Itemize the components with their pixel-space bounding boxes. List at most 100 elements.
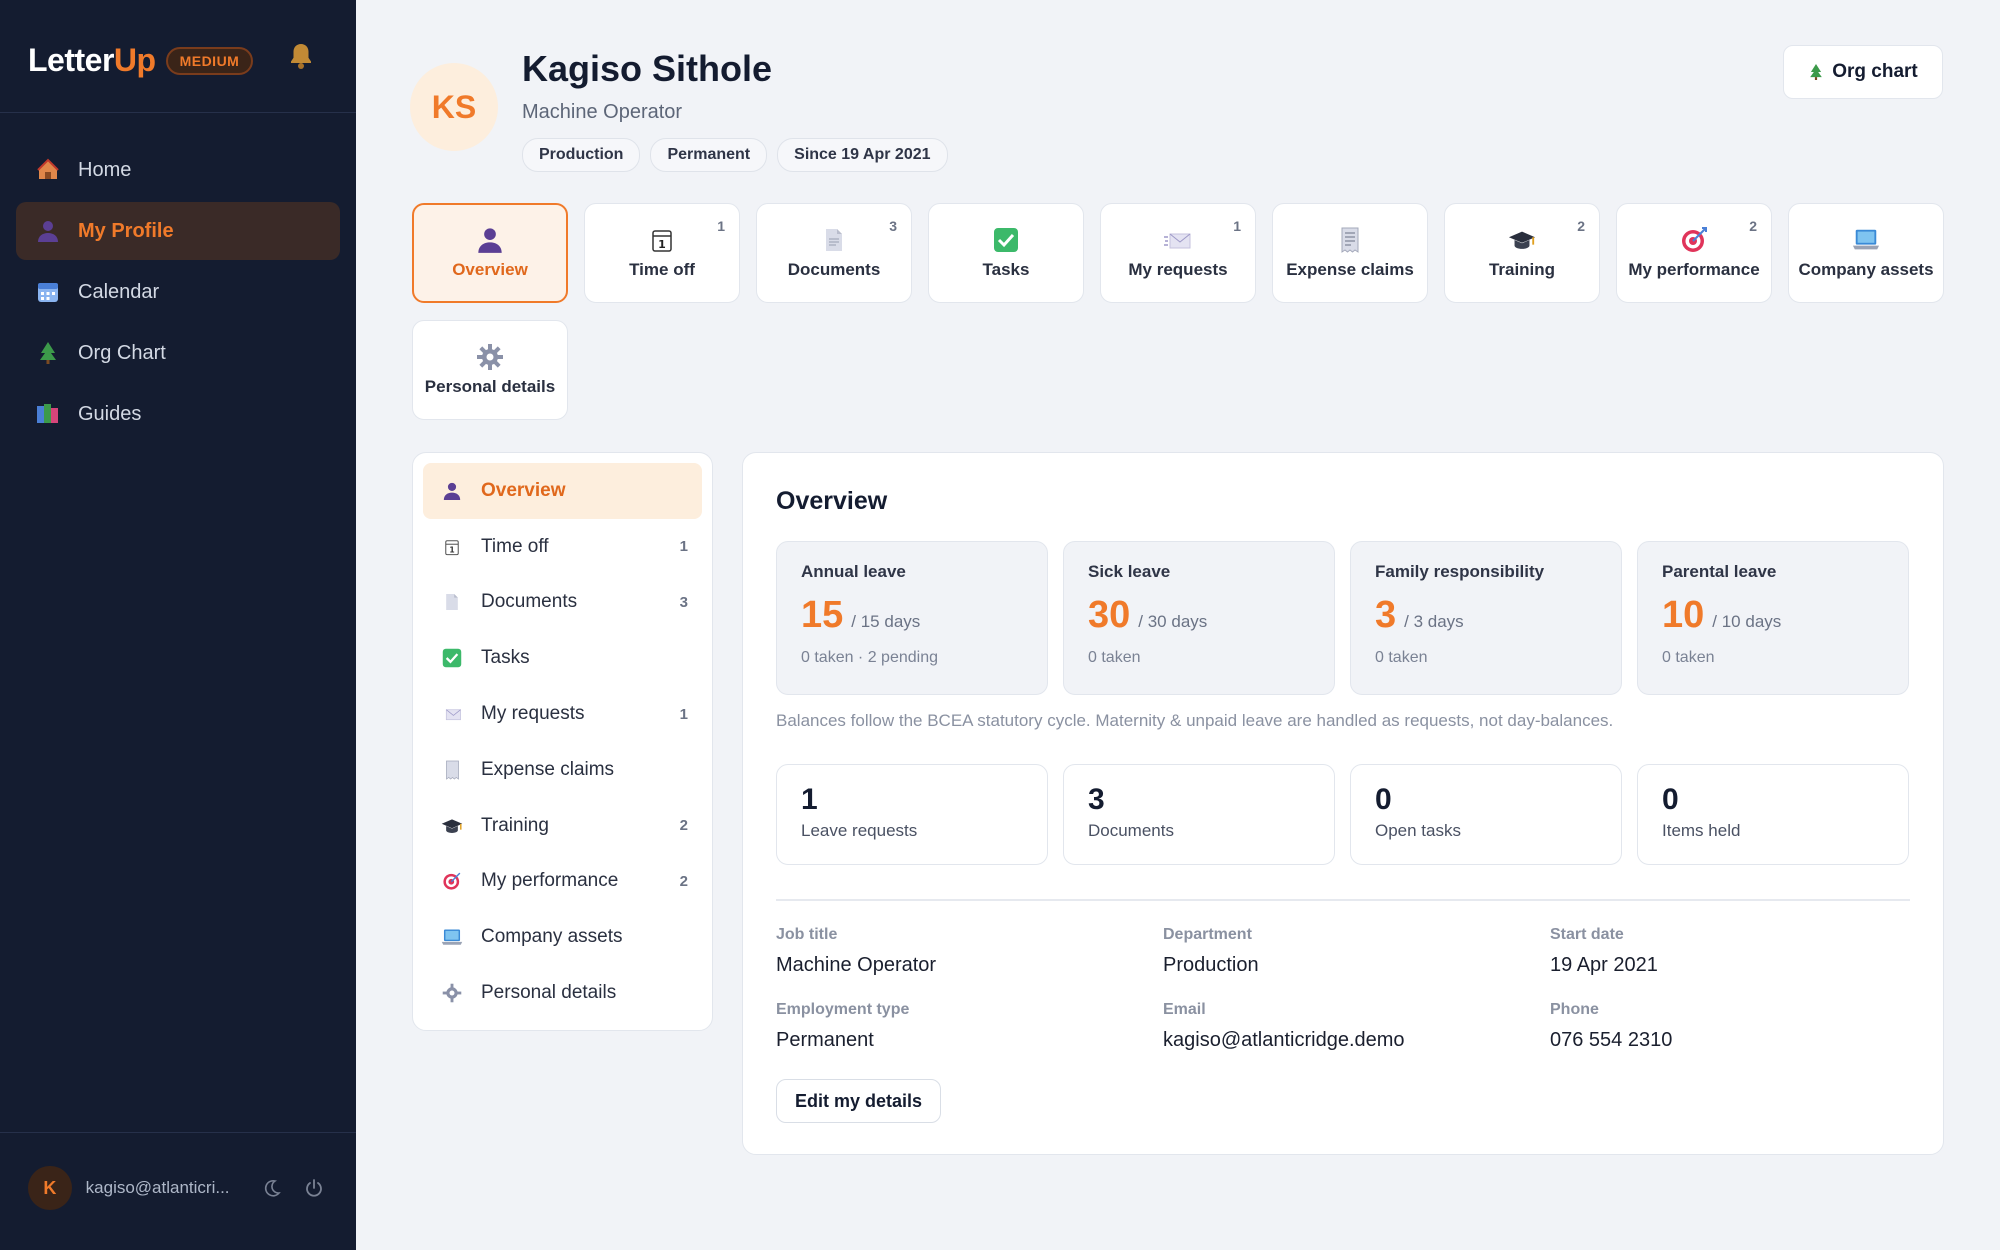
- calendar-icon: [36, 280, 60, 304]
- tab-count: 2: [1577, 218, 1585, 234]
- graduation-cap-icon: [441, 815, 463, 837]
- gear-icon: [476, 343, 504, 371]
- logo[interactable]: LetterUp: [28, 42, 156, 79]
- tab-my-requests[interactable]: 1 My requests: [1100, 203, 1256, 303]
- nav-item-org-chart[interactable]: Org Chart: [16, 324, 340, 382]
- stat-value: 0: [1375, 783, 1392, 816]
- section-item-count: 3: [679, 593, 688, 611]
- bell-icon[interactable]: [288, 42, 316, 72]
- main-nav: Home My Profile Calendar Org Chart Guide…: [16, 141, 340, 446]
- leave-balance: 10: [1662, 594, 1705, 636]
- section-item-tasks[interactable]: Tasks: [423, 630, 702, 686]
- gear-icon: [441, 982, 463, 1004]
- detail-email: Email kagiso@atlanticridge.demo: [1163, 1001, 1405, 1052]
- leave-total: / 10 days: [1712, 612, 1782, 631]
- leave-usage: 0 taken · 2 pending: [801, 649, 938, 666]
- books-icon: [36, 402, 60, 426]
- section-item-expense-claims[interactable]: Expense claims: [423, 742, 702, 798]
- section-item-my-performance[interactable]: My performance 2: [423, 854, 702, 910]
- overview-panel: Overview Annual leave 15 / 15 days 0 take…: [742, 452, 1944, 1155]
- moon-icon[interactable]: [258, 1174, 286, 1202]
- user-avatar[interactable]: K: [28, 1166, 72, 1210]
- leave-card-annual: Annual leave 15 / 15 days 0 taken · 2 pen…: [776, 541, 1048, 695]
- profile-role: Machine Operator: [522, 101, 683, 123]
- leave-card-sick: Sick leave 30 / 30 days 0 taken: [1063, 541, 1335, 695]
- sidebar-divider-bottom: [0, 1132, 356, 1133]
- tab-company-assets[interactable]: Company assets: [1788, 203, 1944, 303]
- edit-details-button[interactable]: Edit my details: [776, 1079, 942, 1123]
- nav-item-calendar[interactable]: Calendar: [16, 263, 340, 321]
- nav-label-calendar: Calendar: [78, 280, 160, 303]
- section-item-overview[interactable]: Overview: [423, 463, 702, 519]
- profile-name: Kagiso Sithole: [522, 48, 773, 89]
- tab-time-off[interactable]: 1 1 Time off: [584, 203, 740, 303]
- envelope-icon: [441, 703, 463, 725]
- nav-item-guides[interactable]: Guides: [16, 385, 340, 443]
- chip-department: Production: [522, 138, 641, 172]
- section-item-label: Overview: [481, 479, 566, 501]
- tab-training[interactable]: 2 Training: [1444, 203, 1600, 303]
- leave-total: / 15 days: [851, 612, 921, 631]
- tab-label: My performance: [1628, 260, 1760, 279]
- person-icon: [441, 480, 463, 502]
- section-item-label: Training: [481, 814, 549, 836]
- person-icon: [476, 226, 504, 254]
- section-item-training[interactable]: Training 2: [423, 798, 702, 854]
- nav-item-my-profile[interactable]: My Profile: [16, 202, 340, 260]
- detail-value: 076 554 2310: [1550, 1029, 1673, 1051]
- tab-label: Time off: [629, 260, 695, 279]
- section-item-my-requests[interactable]: My requests 1: [423, 686, 702, 742]
- detail-value: kagiso@atlanticridge.demo: [1163, 1029, 1405, 1051]
- tab-expense-claims[interactable]: Expense claims: [1272, 203, 1428, 303]
- tree-icon: [36, 341, 60, 365]
- checkbox-icon: [441, 647, 463, 669]
- section-item-company-assets[interactable]: Company assets: [423, 909, 702, 965]
- detail-start-date: Start date 19 Apr 2021: [1550, 926, 1658, 977]
- section-item-time-off[interactable]: 1 Time off 1: [423, 519, 702, 575]
- profile-chips: Production Permanent Since 19 Apr 2021: [522, 138, 948, 172]
- person-icon: [36, 219, 60, 243]
- leave-name: Annual leave: [801, 562, 906, 581]
- section-item-label: Time off: [481, 535, 549, 557]
- stat-value: 3: [1088, 783, 1105, 816]
- stat-card-documents[interactable]: 3 Documents: [1063, 764, 1335, 865]
- chip-start-date: Since 19 Apr 2021: [777, 138, 948, 172]
- detail-label: Start date: [1550, 926, 1624, 943]
- chip-employment-type: Permanent: [650, 138, 768, 172]
- tab-label: Overview: [452, 260, 528, 279]
- section-item-count: 2: [679, 872, 688, 890]
- tab-documents[interactable]: 3 Documents: [756, 203, 912, 303]
- tab-label: Expense claims: [1286, 260, 1414, 279]
- leave-usage: 0 taken: [1088, 649, 1141, 666]
- stat-card-open-tasks[interactable]: 0 Open tasks: [1350, 764, 1622, 865]
- laptop-icon: [1852, 226, 1880, 254]
- svg-text:1: 1: [658, 238, 666, 251]
- section-item-personal-details[interactable]: Personal details: [423, 965, 702, 1021]
- section-item-count: 1: [679, 538, 688, 556]
- section-item-count: 1: [679, 705, 688, 723]
- target-icon: [1680, 226, 1708, 254]
- leave-total: / 3 days: [1404, 612, 1464, 631]
- tab-my-performance[interactable]: 2 My performance: [1616, 203, 1772, 303]
- document-icon: [441, 591, 463, 613]
- tab-overview[interactable]: Overview: [412, 203, 568, 303]
- section-item-label: Tasks: [481, 647, 530, 669]
- org-chart-button[interactable]: Org chart: [1783, 45, 1943, 99]
- tab-personal-details[interactable]: Personal details: [412, 320, 568, 420]
- detail-label: Employment type: [776, 1001, 910, 1018]
- overview-title: Overview: [776, 487, 888, 515]
- logo-text-letter: Letter: [28, 42, 114, 78]
- details-divider: [776, 899, 1910, 901]
- stat-card-leave-requests[interactable]: 1 Leave requests: [776, 764, 1048, 865]
- calendar-day-icon: 1: [648, 226, 676, 254]
- section-item-label: My performance: [481, 870, 619, 892]
- tab-label: My requests: [1128, 260, 1228, 279]
- power-icon[interactable]: [300, 1174, 328, 1202]
- stat-card-items-held[interactable]: 0 Items held: [1637, 764, 1909, 865]
- stat-value: 1: [801, 783, 818, 816]
- tab-tasks[interactable]: Tasks: [928, 203, 1084, 303]
- detail-value: Machine Operator: [776, 954, 937, 976]
- nav-item-home[interactable]: Home: [16, 141, 340, 199]
- section-item-documents[interactable]: Documents 3: [423, 575, 702, 631]
- envelope-icon: [1164, 226, 1192, 254]
